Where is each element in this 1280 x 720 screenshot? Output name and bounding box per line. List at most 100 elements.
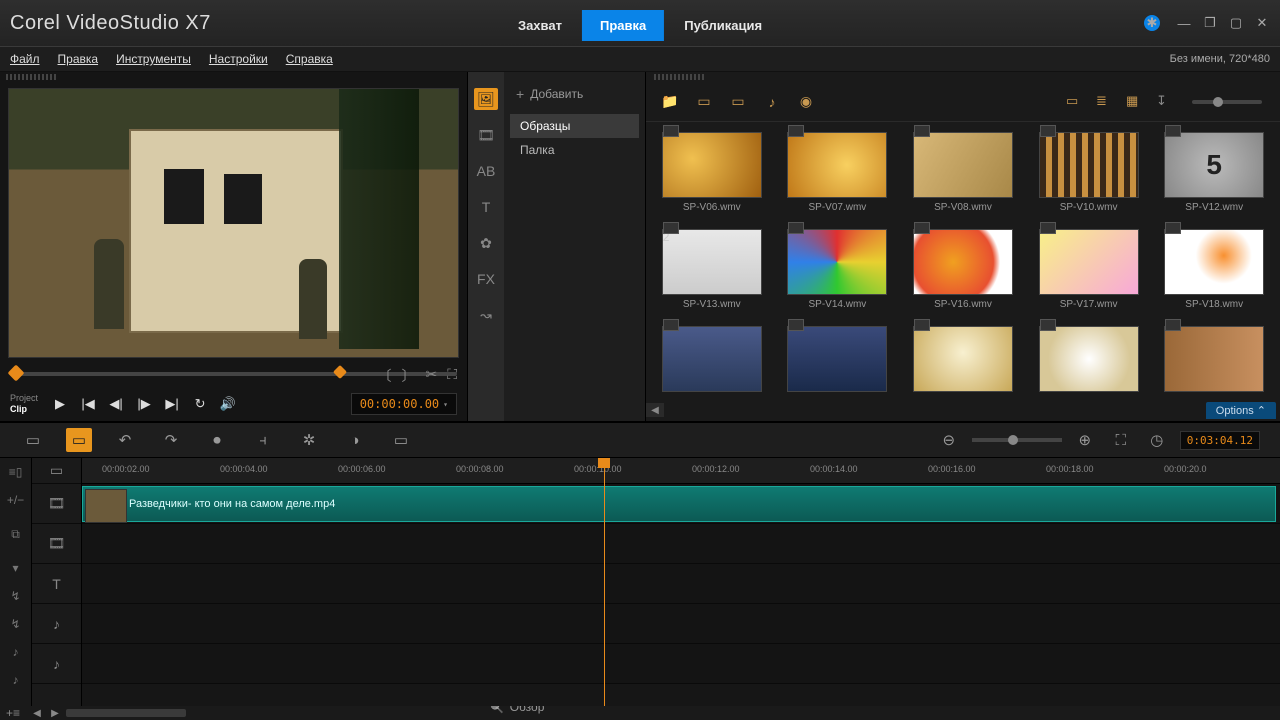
title-icon[interactable]: T [474, 196, 498, 218]
thumb[interactable] [1037, 326, 1141, 396]
redo-icon[interactable]: ↷ [158, 428, 184, 452]
media-category-icon[interactable]: 🖼 [474, 88, 498, 110]
title-track[interactable] [82, 564, 1280, 604]
gallery-scroll-left[interactable]: ◀ [646, 403, 664, 417]
scroll-right-button[interactable]: ▶ [48, 707, 62, 719]
thumb[interactable]: SP-V10.wmv [1037, 132, 1141, 213]
close-button[interactable]: ✕ [1254, 15, 1270, 31]
video-track[interactable]: Разведчики- кто они на самом деле.mp4 [82, 484, 1280, 524]
panel-grip[interactable] [6, 74, 56, 80]
add-folder-button[interactable]: Добавить [510, 82, 639, 106]
thumb-zoom-slider[interactable] [1192, 100, 1262, 104]
video-clip[interactable]: Разведчики- кто они на самом деле.mp4 [82, 486, 1276, 522]
view-grid-icon[interactable]: ▦ [1126, 93, 1146, 111]
filter-video-icon[interactable]: ▭ [692, 92, 716, 112]
fit-project-icon[interactable]: ⛶ [1108, 428, 1134, 452]
voice-track-head[interactable]: ♪ [32, 604, 81, 644]
zoom-in-icon[interactable]: ⊕ [1072, 428, 1098, 452]
thumb[interactable] [660, 326, 764, 396]
auto-music-icon[interactable]: ✲ [296, 428, 322, 452]
instant-project-icon[interactable]: 🎞 [474, 124, 498, 146]
minimize-button[interactable]: — [1176, 15, 1192, 31]
menu-tools[interactable]: Инструменты [116, 52, 191, 66]
path-icon[interactable]: ↝ [474, 304, 498, 326]
preview-timecode[interactable]: 00:00:00.00 [351, 393, 457, 415]
filter-disc-icon[interactable]: ◉ [794, 92, 818, 112]
gutter-music-icon[interactable]: ♪ [0, 666, 31, 694]
menu-settings[interactable]: Настройки [209, 52, 268, 66]
go-start-button[interactable]: |◀ [76, 392, 100, 416]
loop-button[interactable]: ↻ [188, 392, 212, 416]
scrub-end-handle[interactable] [333, 364, 347, 378]
tab-edit[interactable]: Правка [582, 10, 664, 41]
gutter-rows-icon[interactable]: ≡▯ [0, 458, 31, 486]
music-track-head[interactable]: ♪ [32, 644, 81, 684]
thumb[interactable]: SP-V06.wmv [660, 132, 764, 213]
thumb[interactable]: SP-V07.wmv [786, 132, 890, 213]
tab-capture[interactable]: Захват [500, 10, 580, 41]
next-frame-button[interactable]: |▶ [132, 392, 156, 416]
gutter-voice-icon[interactable]: ♪ [0, 638, 31, 666]
gutter-video-icon[interactable]: ⧉ [0, 514, 31, 554]
library-item-folder[interactable]: Палка [510, 138, 639, 162]
playhead[interactable] [604, 458, 605, 706]
menu-help[interactable]: Справка [286, 52, 333, 66]
panel-grip[interactable] [654, 74, 704, 80]
thumb[interactable] [911, 326, 1015, 396]
timeline-body[interactable]: 00:00:02.0000:00:04.0000:00:06.0000:00:0… [82, 458, 1280, 706]
voice-track[interactable] [82, 604, 1280, 644]
title-track-head[interactable]: T [32, 564, 81, 604]
gutter-plus-icon[interactable]: +/− [0, 486, 31, 514]
video-track-head[interactable]: 🎞 [32, 484, 81, 524]
graphic-icon[interactable]: ✿ [474, 232, 498, 254]
gutter-title-icon[interactable]: ↯ [0, 610, 31, 638]
filter-fx-icon[interactable]: FX [474, 268, 498, 290]
sound-button[interactable]: 🔊 [216, 392, 240, 416]
scrollbar-thumb[interactable] [66, 709, 186, 717]
undo-icon[interactable]: ↶ [112, 428, 138, 452]
menu-file[interactable]: Файл [10, 52, 40, 66]
go-end-button[interactable]: ▶| [160, 392, 184, 416]
zoom-out-icon[interactable]: ⊖ [936, 428, 962, 452]
maximize-button[interactable]: ▢ [1228, 15, 1244, 31]
project-clip-toggle[interactable]: Project Clip [10, 393, 38, 415]
library-item-samples[interactable]: Образцы [510, 114, 639, 138]
thumb[interactable]: SP-V14.wmv [786, 229, 890, 310]
cut-icon[interactable]: ✂ [425, 366, 437, 386]
gutter-overlay-icon[interactable]: ↯ [0, 582, 31, 610]
overlay-track-head[interactable]: 🎞 [32, 524, 81, 564]
expand-icon[interactable]: ⛶ [447, 366, 457, 386]
view-list-icon[interactable]: ≣ [1096, 93, 1116, 111]
overlay-track[interactable] [82, 524, 1280, 564]
transition-icon[interactable]: AB [474, 160, 498, 182]
scrub-handle[interactable] [8, 364, 25, 381]
sort-icon[interactable]: ↧ [1156, 93, 1176, 111]
project-duration[interactable]: 0:03:04.12 [1180, 431, 1260, 450]
motion-track-icon[interactable]: ◑ [342, 428, 368, 452]
view-large-icon[interactable]: ▭ [1066, 93, 1086, 111]
help-icon[interactable]: ✱ [1144, 15, 1160, 31]
thumb[interactable] [786, 326, 890, 396]
scroll-left-button[interactable]: ◀ [30, 707, 44, 719]
thumb[interactable]: SP-V16.wmv [911, 229, 1015, 310]
thumb[interactable]: SP-V08.wmv [911, 132, 1015, 213]
options-toggle[interactable]: Options [1206, 402, 1276, 419]
preview-canvas[interactable] [8, 88, 459, 358]
storyboard-view-icon[interactable]: ▭ [20, 428, 46, 452]
timeline-view-icon[interactable]: ▭ [66, 428, 92, 452]
thumb[interactable]: 2SP-V13.wmv [660, 229, 764, 310]
timeline-zoom-slider[interactable] [972, 438, 1062, 442]
thumb[interactable]: SP-V17.wmv [1037, 229, 1141, 310]
add-tracks-icon[interactable]: +≡ [6, 706, 20, 720]
folder-icon[interactable]: 📁 [658, 92, 682, 112]
restore-button[interactable]: ❐ [1202, 15, 1218, 31]
music-track[interactable] [82, 644, 1280, 684]
prev-frame-button[interactable]: ◀| [104, 392, 128, 416]
filter-audio-icon[interactable]: ♪ [760, 92, 784, 112]
tab-share[interactable]: Публикация [666, 10, 780, 41]
mark-out-icon[interactable]: 〕 [401, 366, 415, 386]
duration-icon[interactable]: ◷ [1144, 428, 1170, 452]
ruler-head[interactable]: ▭ [32, 458, 81, 484]
time-ruler[interactable]: 00:00:02.0000:00:04.0000:00:06.0000:00:0… [82, 458, 1280, 484]
subtitle-icon[interactable]: ▭ [388, 428, 414, 452]
